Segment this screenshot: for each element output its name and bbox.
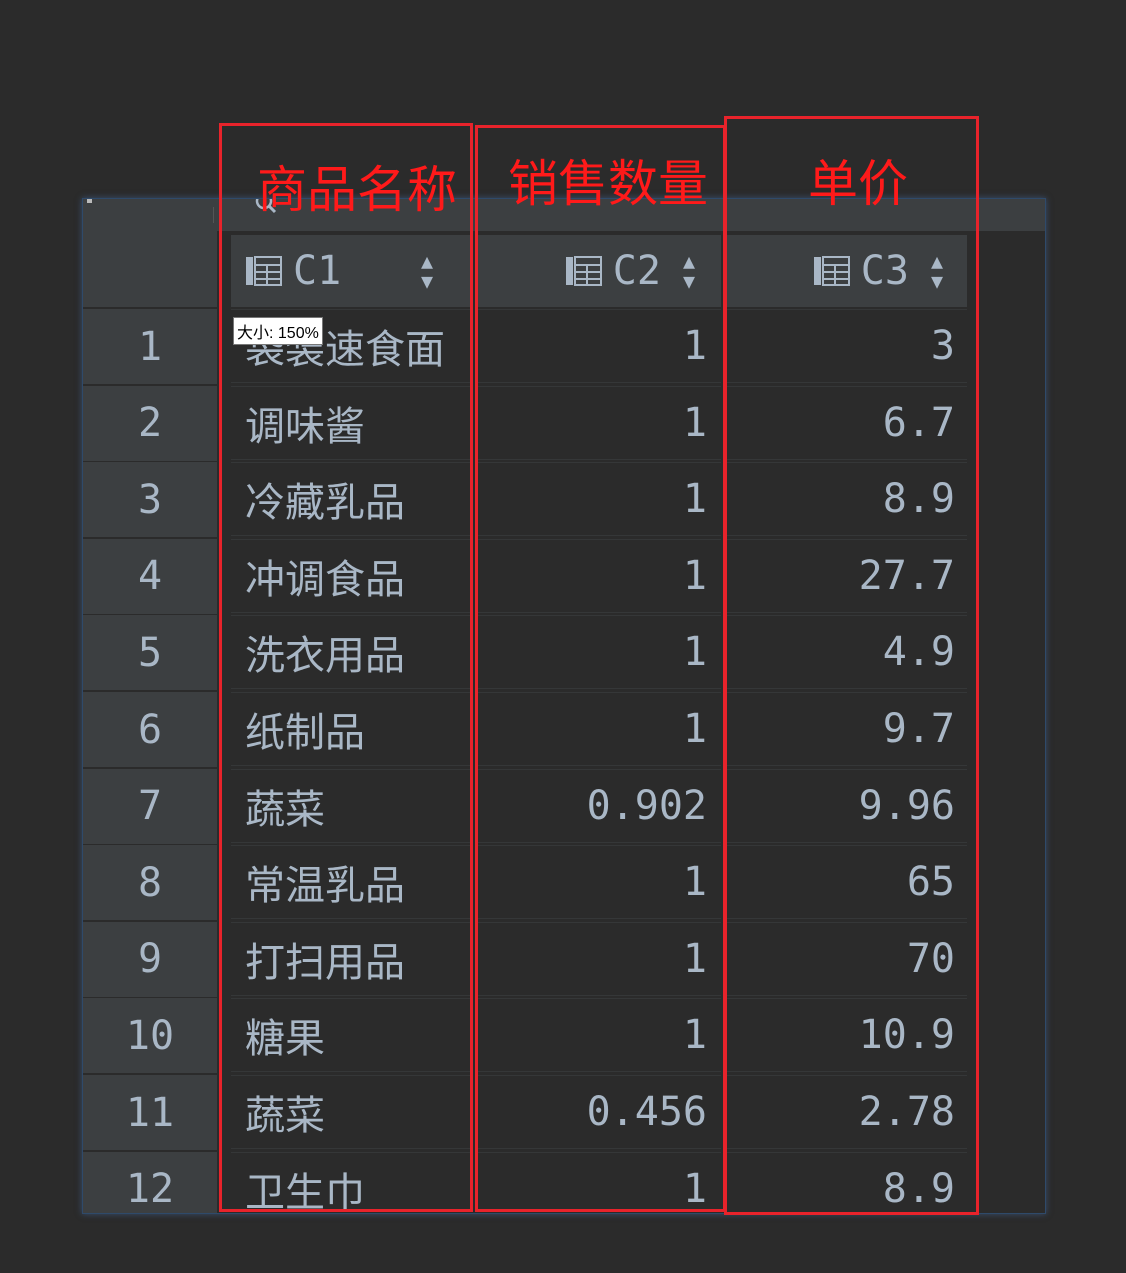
toolbar-handle[interactable] [87, 199, 92, 203]
row-number: 8 [83, 845, 217, 922]
annotation-box-c1 [219, 123, 473, 1212]
annotation-box-c2 [475, 125, 726, 1212]
annotation-box-c3 [724, 116, 979, 1215]
row-number: 4 [83, 538, 217, 615]
row-number: 2 [83, 385, 217, 462]
row-number: 7 [83, 768, 217, 845]
zoom-tooltip: 大小: 150% [233, 317, 323, 345]
row-number: 1 [83, 309, 217, 385]
row-number: 5 [83, 615, 217, 692]
annotation-label-c1: 商品名称 [257, 161, 457, 219]
row-number: 3 [83, 462, 217, 539]
toolbar-separator [213, 207, 214, 223]
row-number: 10 [83, 998, 217, 1075]
row-number-header [83, 231, 217, 307]
annotation-label-c3: 单价 [808, 155, 908, 213]
row-number: 11 [83, 1075, 217, 1151]
row-number: 6 [83, 692, 217, 768]
row-number: 12 [83, 1151, 217, 1213]
annotation-label-c2: 销售数量 [508, 155, 708, 213]
row-number: 9 [83, 921, 217, 998]
